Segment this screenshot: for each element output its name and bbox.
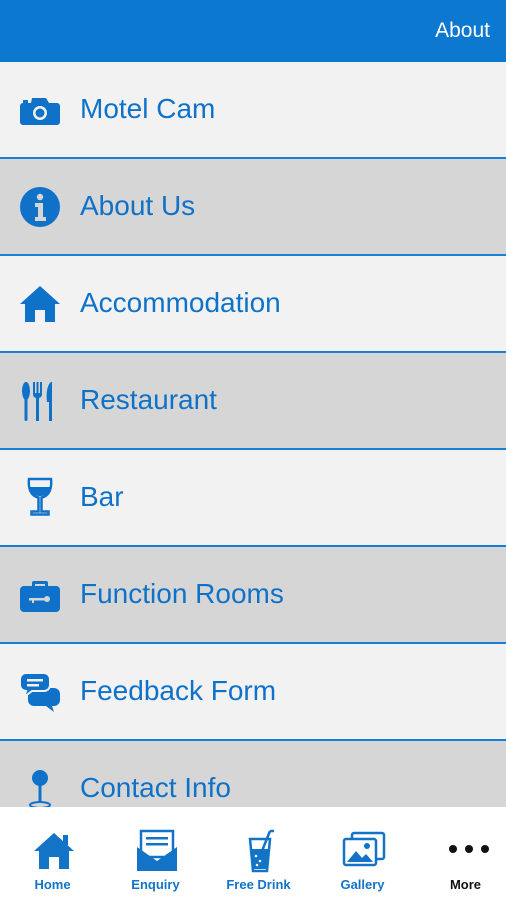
tab-gallery[interactable]: Gallery: [312, 807, 413, 900]
menu-item-label: Bar: [80, 481, 124, 512]
tab-label: Free Drink: [226, 877, 291, 892]
drink-glass-icon: [238, 829, 282, 873]
menu-list: Motel Cam About Us Accommodation Restaur…: [0, 62, 506, 807]
menu-item-bar[interactable]: Bar: [0, 450, 506, 547]
envelope-icon: [135, 829, 179, 873]
briefcase-key-icon: [18, 573, 62, 617]
more-dots-icon: [445, 829, 489, 873]
menu-item-label: Function Rooms: [80, 578, 284, 609]
home-icon: [32, 829, 76, 873]
top-header: About: [0, 0, 506, 62]
menu-item-about-us[interactable]: About Us: [0, 159, 506, 256]
menu-item-label: Accommodation: [80, 287, 281, 318]
tab-enquiry[interactable]: Enquiry: [105, 807, 206, 900]
tab-free-drink[interactable]: Free Drink: [208, 807, 309, 900]
wine-glass-icon: [18, 476, 62, 520]
menu-item-function-rooms[interactable]: Function Rooms: [0, 547, 506, 644]
tab-label: More: [449, 877, 482, 892]
menu-item-label: Motel Cam: [80, 93, 216, 124]
menu-item-accommodation[interactable]: Accommodation: [0, 256, 506, 353]
tab-more[interactable]: More: [415, 807, 506, 900]
menu-item-label: Contact Info: [80, 772, 231, 803]
photos-icon: [342, 829, 386, 873]
tab-label: Home: [34, 877, 71, 892]
menu-item-label: About Us: [80, 190, 196, 221]
menu-item-motel-cam[interactable]: Motel Cam: [0, 62, 506, 159]
info-icon: [18, 185, 62, 229]
camera-icon: [18, 88, 62, 132]
header-title: About: [435, 19, 490, 42]
tab-label: Enquiry: [131, 877, 180, 892]
menu-item-restaurant[interactable]: Restaurant: [0, 353, 506, 450]
tab-home[interactable]: Home: [2, 807, 103, 900]
chat-bubbles-icon: [18, 670, 62, 714]
menu-item-contact-info[interactable]: Contact Info: [0, 741, 506, 807]
home-icon: [18, 282, 62, 326]
menu-item-label: Restaurant: [80, 384, 217, 415]
cutlery-icon: [18, 379, 62, 423]
tab-label: Gallery: [340, 877, 385, 892]
menu-item-feedback-form[interactable]: Feedback Form: [0, 644, 506, 741]
bottom-tab-bar: Home Enquiry Free Drink Gallery More: [0, 807, 506, 900]
menu-item-label: Feedback Form: [80, 675, 277, 706]
map-pin-icon: [18, 767, 62, 807]
